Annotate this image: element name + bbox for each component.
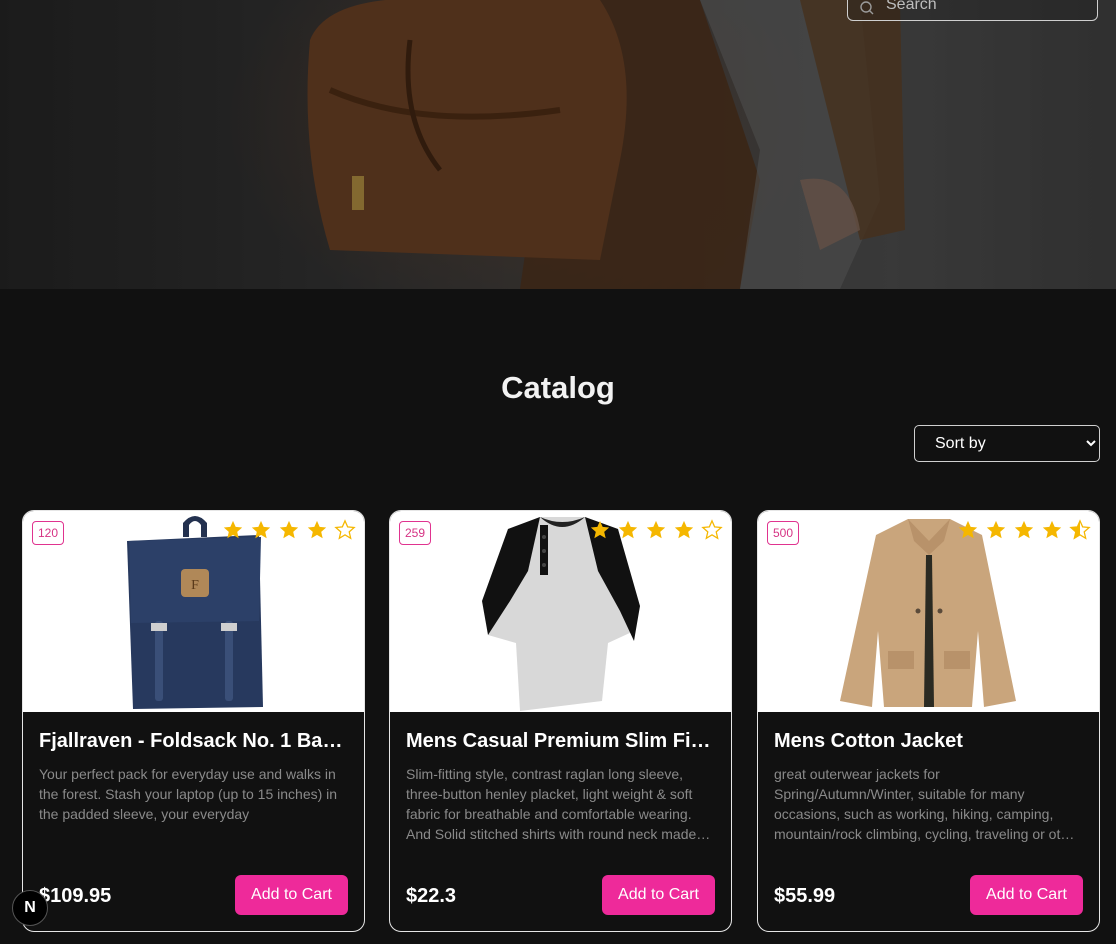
star-full-icon [223, 520, 243, 539]
star-full-icon [618, 520, 638, 539]
shirt-image [482, 517, 640, 711]
review-count-badge: 500 [767, 521, 800, 545]
product-title: Mens Casual Premium Slim Fit T-Shirts [406, 730, 716, 752]
star-full-icon [674, 520, 694, 539]
rating-stars [589, 519, 723, 541]
rating-stars [222, 519, 356, 541]
star-full-icon [1042, 520, 1062, 539]
star-full-icon [307, 520, 327, 539]
dev-tools-badge[interactable]: N [12, 890, 48, 926]
product-price: $55.99 [774, 885, 836, 907]
jacket-image [840, 519, 1016, 707]
star-full-icon [590, 520, 610, 539]
product-title: Mens Cotton Jacket [774, 730, 963, 752]
star-half-icon [1069, 519, 1091, 540]
product-card[interactable]: 259 Mens Casual Premium Slim Fit T-Shirt… [389, 510, 732, 932]
product-title: Fjallraven - Foldsack No. 1 Backpack, Fi… [39, 730, 349, 752]
star-empty-icon [701, 519, 723, 540]
search-icon [860, 1, 874, 15]
hero-overlay [0, 0, 1116, 289]
review-count-badge: 259 [399, 521, 432, 545]
add-to-cart-button[interactable]: Add to Cart [602, 875, 715, 915]
sort-select[interactable]: Sort by [914, 425, 1100, 462]
star-full-icon [958, 520, 978, 539]
product-image [758, 511, 1099, 712]
product-card[interactable]: 500 Mens Cotton Jacket great outerwear j… [757, 510, 1100, 932]
catalog-title: Catalog [501, 370, 615, 405]
product-description: Slim-fitting style, contrast raglan long… [406, 766, 697, 842]
svg-text:F: F [191, 578, 199, 593]
star-full-icon [279, 520, 299, 539]
product-image: F [23, 511, 364, 712]
product-price: $109.95 [39, 885, 112, 907]
product-description: Your perfect pack for everyday use and w… [39, 766, 338, 822]
star-full-icon [251, 520, 271, 539]
product-card[interactable]: F 120 Fjallraven - Foldsack No. 1 Backpa… [22, 510, 365, 932]
search-box[interactable] [847, 0, 1098, 21]
search-input[interactable] [886, 0, 1086, 20]
star-full-icon [986, 520, 1006, 539]
add-to-cart-button[interactable]: Add to Cart [970, 875, 1083, 915]
rating-stars [957, 519, 1091, 541]
product-price: $22.3 [406, 885, 457, 907]
product-image [390, 511, 731, 712]
backpack-image: F [127, 516, 263, 709]
star-empty-icon [334, 519, 356, 540]
add-to-cart-button[interactable]: Add to Cart [235, 875, 348, 915]
product-description: great outerwear jackets for Spring/Autum… [774, 766, 1081, 842]
star-full-icon [1014, 520, 1034, 539]
star-full-icon [646, 520, 666, 539]
review-count-badge: 120 [32, 521, 65, 545]
hero-banner [0, 0, 1116, 289]
